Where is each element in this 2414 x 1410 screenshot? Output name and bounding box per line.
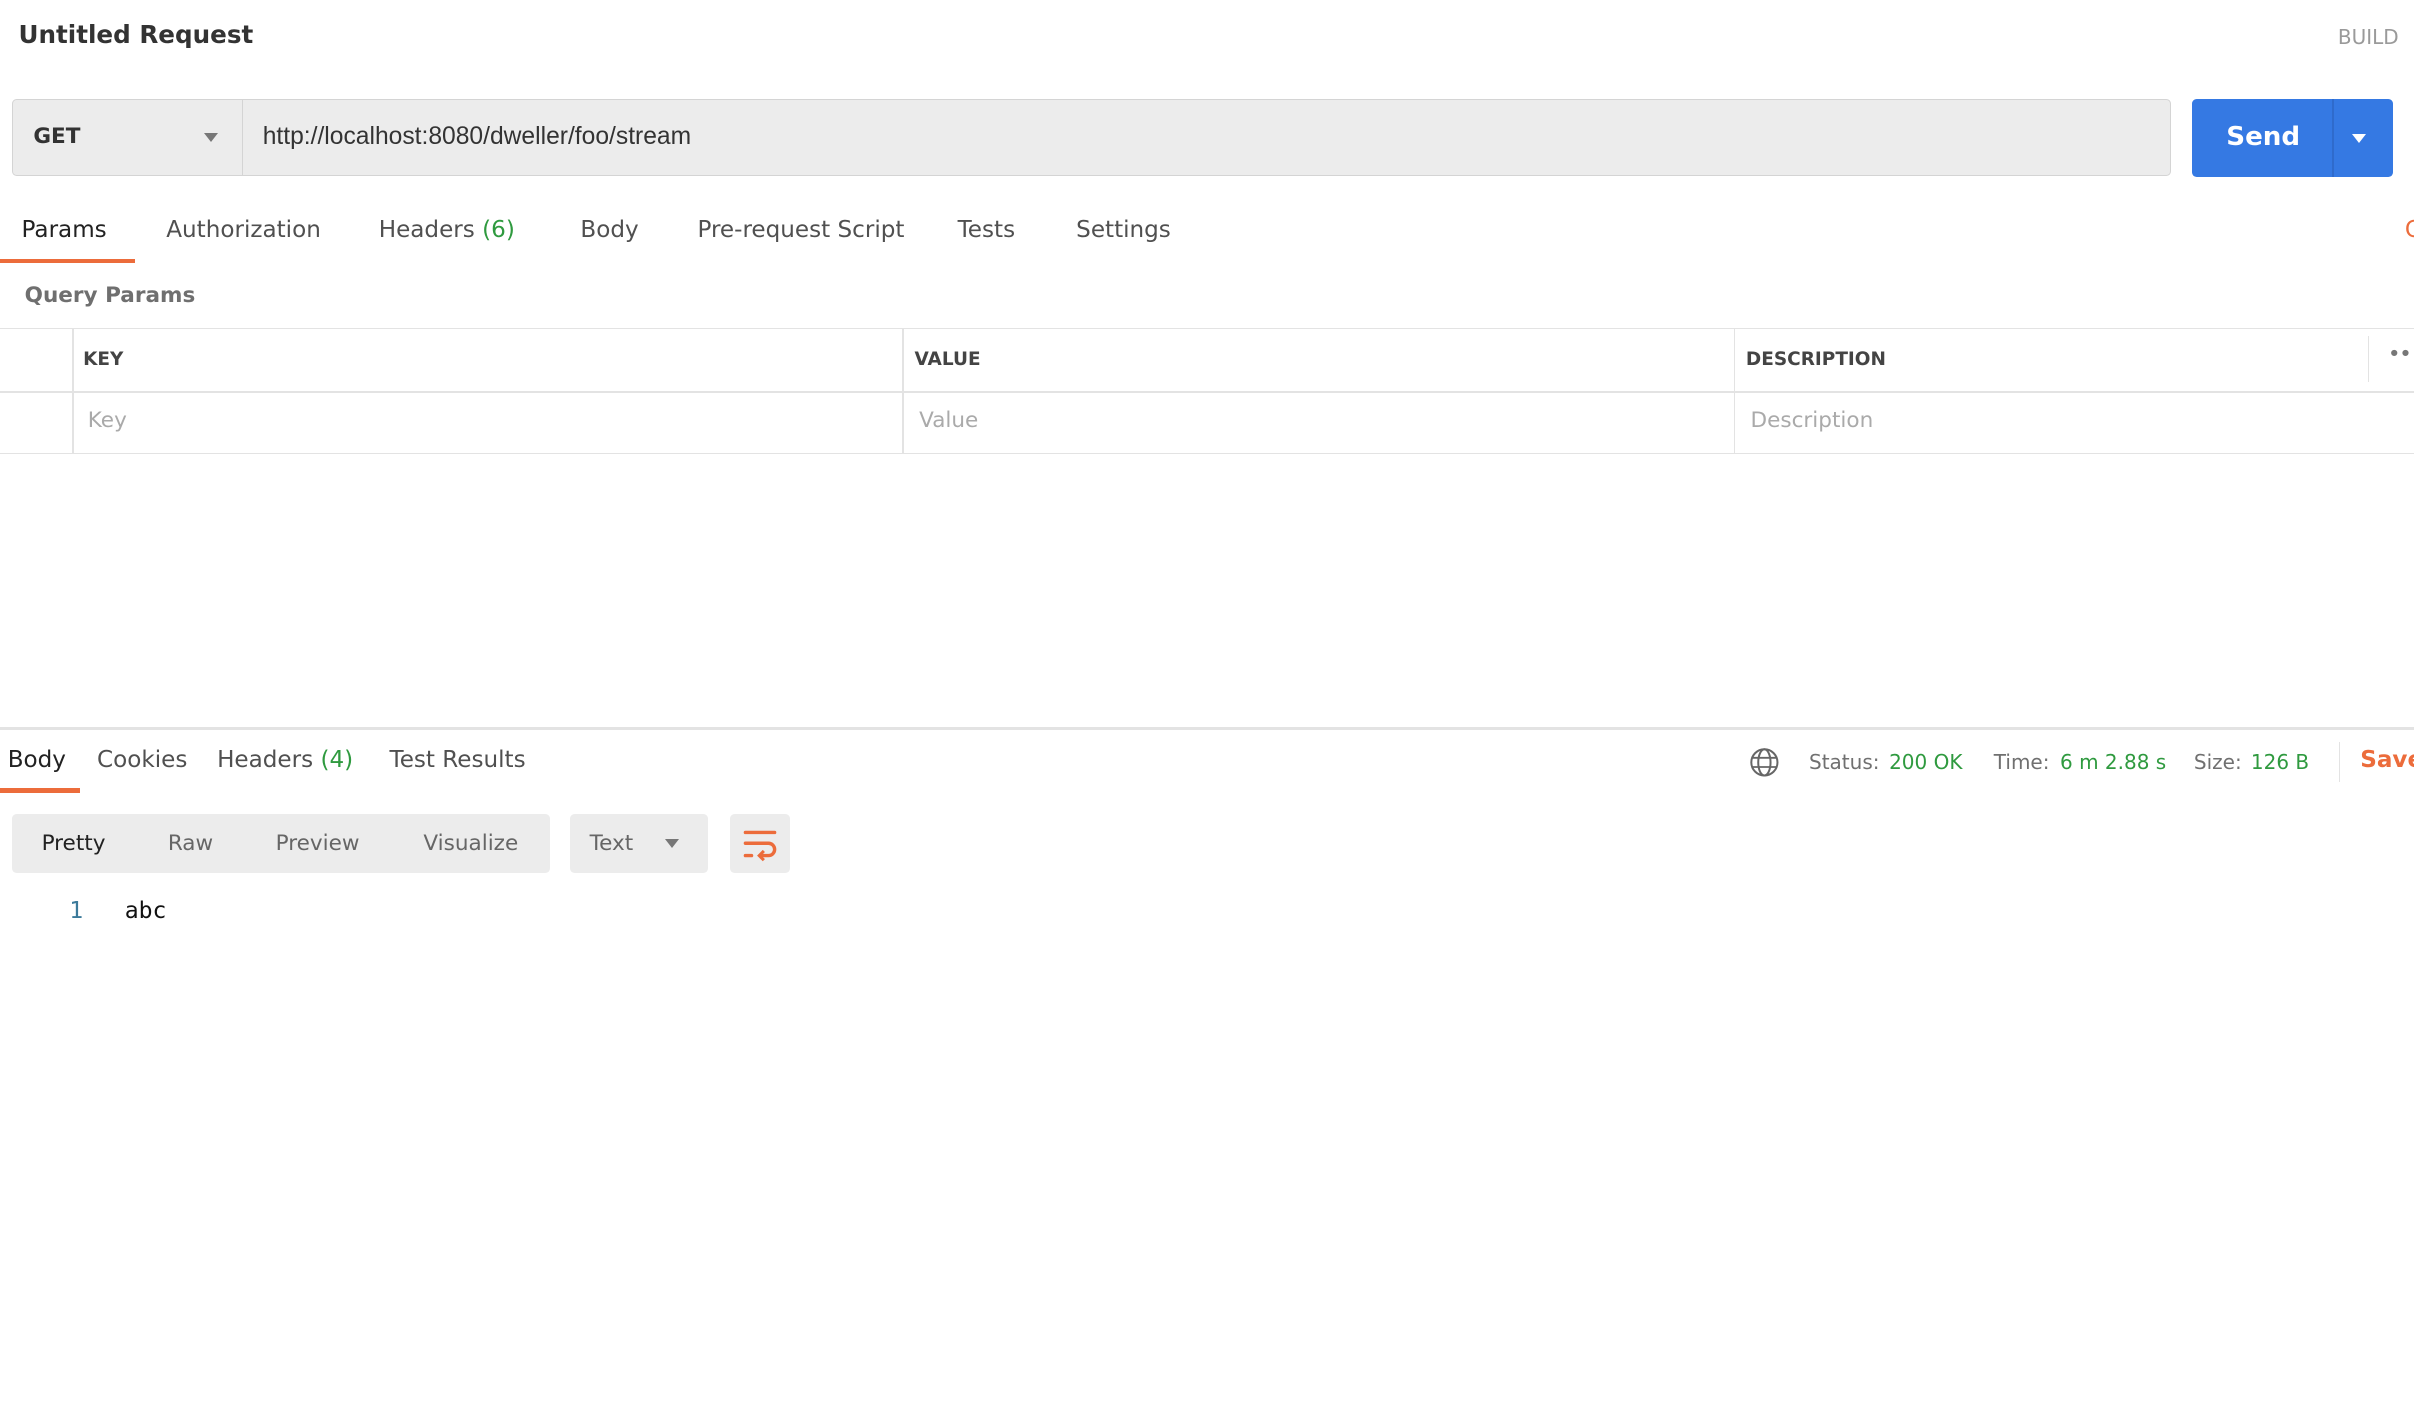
column-divider (1733, 327, 1736, 453)
status-value: 200 OK (1889, 749, 1963, 774)
wrap-lines-icon (743, 831, 777, 862)
column-divider (72, 327, 74, 453)
view-preview[interactable]: Preview (276, 831, 360, 856)
method-select[interactable]: GET (12, 98, 244, 176)
table-border (0, 391, 2414, 393)
divider (2332, 98, 2334, 178)
table-border (0, 452, 2414, 455)
tab-label: Headers (378, 217, 475, 244)
key-input[interactable]: Key (88, 408, 127, 433)
description-input[interactable]: Description (1751, 408, 1874, 433)
method-value: GET (33, 124, 81, 150)
view-raw[interactable]: Raw (168, 831, 213, 856)
wrap-lines-button[interactable] (729, 814, 790, 873)
tab-pre-request-script[interactable]: Pre-request Script (697, 217, 904, 243)
tab-body[interactable]: Body (580, 217, 638, 243)
table-border (0, 327, 2414, 330)
tab-params[interactable]: Params (22, 217, 107, 243)
column-divider (902, 327, 904, 453)
time-label: Time: (1993, 749, 2050, 774)
status-label: Status: (1809, 749, 1880, 774)
chevron-down-icon (665, 839, 680, 848)
chevron-down-icon (204, 133, 219, 143)
send-label: Send (2226, 121, 2301, 152)
tab-tests[interactable]: Tests (958, 217, 1015, 243)
response-tab-body[interactable]: Body (8, 747, 66, 773)
value-input[interactable]: Value (919, 408, 978, 433)
active-tab-indicator (0, 788, 81, 793)
size-value[interactable]: 126 B (2251, 750, 2309, 774)
active-tab-indicator (0, 258, 136, 264)
column-header-value: VALUE (914, 349, 981, 371)
request-title[interactable]: Untitled Request (18, 20, 253, 49)
more-options-icon[interactable]: •• (2388, 342, 2412, 367)
response-body-line[interactable]: abc (125, 898, 167, 924)
tab-settings[interactable]: Settings (1076, 217, 1171, 243)
response-tab-cookies[interactable]: Cookies (97, 747, 187, 773)
pane-resize-handle[interactable] (0, 726, 2414, 730)
send-button[interactable]: Send (2192, 98, 2393, 178)
url-input[interactable]: http://localhost:8080/dweller/foo/stream (241, 98, 2171, 176)
size-label: Size: (2193, 749, 2242, 774)
tab-authorization[interactable]: Authorization (166, 217, 321, 243)
column-divider (2367, 335, 2370, 382)
time-value[interactable]: 6 m 2.88 s (2060, 750, 2166, 774)
globe-icon[interactable] (1749, 747, 1780, 778)
build-mode-label[interactable]: BUILD (2338, 25, 2399, 49)
query-params-title: Query Params (24, 283, 196, 309)
format-value: Text (589, 831, 634, 857)
tab-headers[interactable]: Headers (6) (379, 217, 515, 243)
tab-label: Headers (217, 746, 314, 773)
view-pretty[interactable]: Pretty (42, 831, 106, 856)
view-visualize[interactable]: Visualize (423, 831, 518, 856)
cookies-link[interactable]: C (2405, 217, 2414, 243)
headers-count: (6) (482, 217, 515, 244)
line-number: 1 (69, 897, 84, 924)
response-tab-test-results[interactable]: Test Results (390, 747, 526, 773)
save-response-button[interactable]: Save (2360, 747, 2414, 773)
response-tab-headers[interactable]: Headers (4) (217, 747, 353, 773)
send-options-chevron-icon[interactable] (2352, 133, 2367, 143)
column-header-key: KEY (83, 349, 124, 371)
format-select[interactable]: Text (569, 814, 709, 873)
divider (2338, 742, 2341, 783)
headers-count: (4) (320, 746, 354, 773)
column-header-description: DESCRIPTION (1745, 349, 1886, 371)
